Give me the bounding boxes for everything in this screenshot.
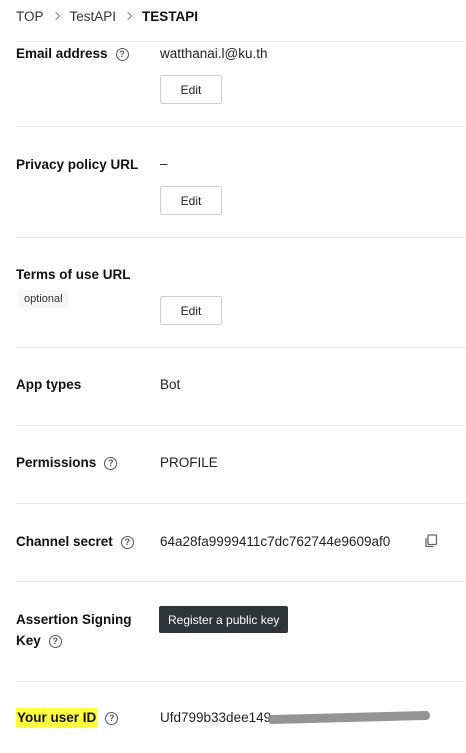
channel-secret-label-text: Channel secret [16, 534, 113, 549]
breadcrumb-current: TESTAPI [142, 8, 199, 24]
divider [16, 503, 466, 504]
email-label-text: Email address [16, 46, 108, 61]
divider [16, 126, 466, 127]
chevron-right-icon [51, 11, 60, 21]
privacy-label: Privacy policy URL [16, 157, 139, 172]
email-value: watthanai.l@ku.th [160, 46, 268, 61]
channel-secret-value: 64a28fa9999411c7dc762744e9609af0 [160, 534, 391, 549]
divider [16, 425, 466, 426]
help-circle-icon[interactable]: ? [48, 634, 62, 648]
app-types-label: App types [16, 377, 82, 392]
permissions-label: Permissions ? [16, 453, 118, 473]
copy-icon[interactable] [424, 534, 438, 548]
divider [16, 347, 466, 348]
permissions-value: PROFILE [160, 455, 218, 470]
email-label: Email address ? [16, 44, 129, 64]
help-circle-icon[interactable]: ? [105, 711, 119, 725]
divider [16, 41, 466, 42]
optional-badge: optional [18, 290, 69, 308]
app-types-value: Bot [160, 377, 181, 392]
chevron-right-icon [123, 11, 133, 21]
divider [16, 237, 466, 238]
assertion-label-line2: Key ? [16, 631, 62, 651]
terms-edit-button[interactable]: Edit [160, 296, 222, 325]
permissions-label-text: Permissions [16, 455, 97, 470]
help-circle-icon[interactable]: ? [115, 47, 129, 61]
redaction-mark [267, 710, 431, 725]
email-edit-button[interactable]: Edit [160, 75, 222, 104]
user-id-label: Your user ID ? [16, 708, 119, 728]
terms-label: Terms of use URL [16, 267, 131, 282]
breadcrumb-provider[interactable]: TestAPI [70, 9, 117, 24]
assertion-label-line2-text: Key [16, 633, 41, 648]
help-circle-icon[interactable]: ? [104, 456, 118, 470]
privacy-value: – [160, 156, 168, 171]
user-id-value: Ufd799b33dee149 [160, 710, 272, 725]
privacy-edit-button[interactable]: Edit [160, 186, 222, 215]
breadcrumb-top[interactable]: TOP [16, 9, 44, 24]
user-id-label-text: Your user ID [16, 708, 98, 728]
register-public-key-button[interactable]: Register a public key [159, 606, 289, 633]
assertion-label-line1: Assertion Signing [16, 612, 132, 627]
breadcrumb: TOP TestAPI TESTAPI [16, 7, 198, 25]
divider [16, 681, 466, 682]
help-circle-icon[interactable]: ? [120, 535, 134, 549]
divider [16, 581, 466, 582]
channel-secret-label: Channel secret ? [16, 532, 134, 552]
